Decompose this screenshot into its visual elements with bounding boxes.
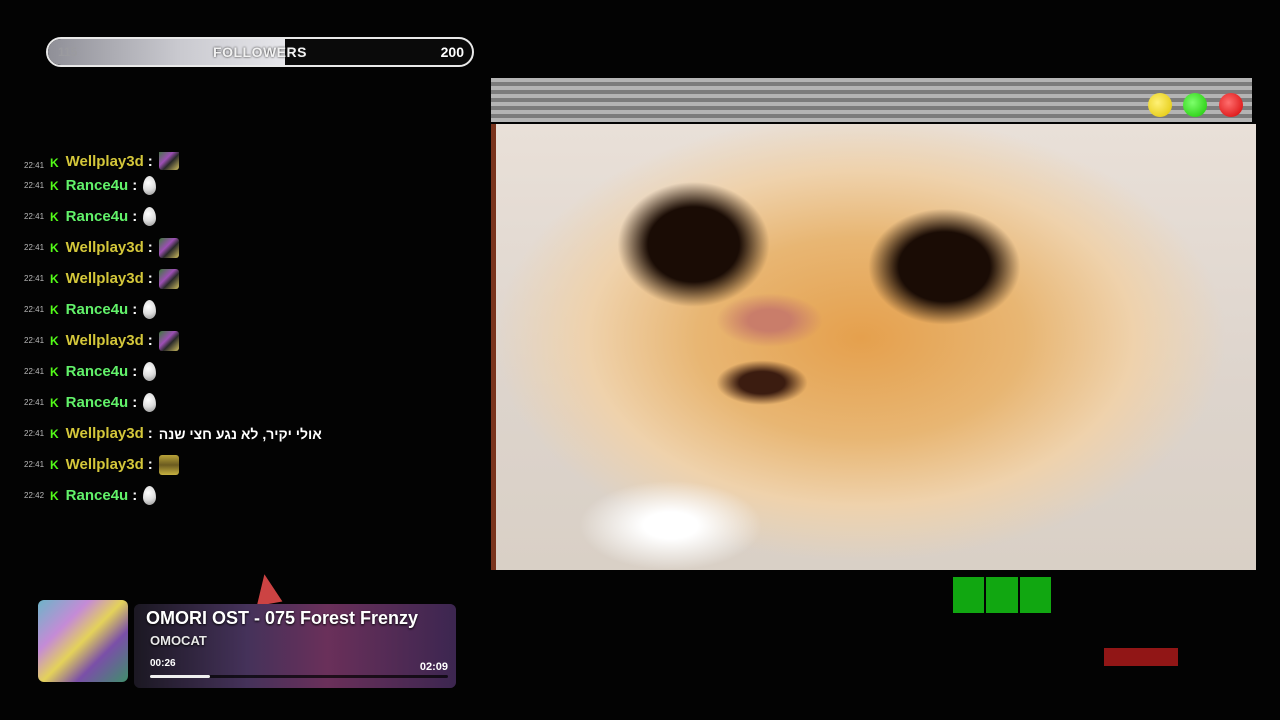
close-icon[interactable] bbox=[1219, 93, 1243, 117]
chat-timestamp: 22:42 bbox=[24, 491, 45, 500]
song-progress-fill bbox=[150, 675, 210, 678]
followers-goal: 200 bbox=[440, 44, 464, 60]
chat-username[interactable]: Rance4u bbox=[66, 208, 129, 225]
chat-timestamp: 22:41 bbox=[24, 460, 45, 469]
chat-username[interactable]: Wellplay3d bbox=[66, 270, 144, 287]
window-titlebar[interactable] bbox=[491, 78, 1252, 122]
chat-timestamp: 22:41 bbox=[24, 181, 45, 190]
kick-icon: K bbox=[50, 156, 59, 170]
kick-icon: K bbox=[50, 395, 59, 410]
now-playing-widget: OMORI OST - 075 Forest Frenzy OMOCAT 00:… bbox=[36, 600, 458, 688]
kick-icon: K bbox=[50, 240, 59, 255]
cat-video bbox=[496, 124, 1256, 570]
chat-timestamp: 22:41 bbox=[24, 367, 45, 376]
red-glitch-block bbox=[1104, 648, 1178, 666]
chat-message: 22:41 K Wellplay3d: אולי יקיר, לא נגע חצי ש… bbox=[20, 418, 480, 449]
chat-separator: : bbox=[132, 177, 138, 194]
kick-icon: K bbox=[50, 426, 59, 441]
chat-message: 22:41 K Rance4u: bbox=[20, 170, 480, 201]
chat-message: 22:41 K Rance4u: bbox=[20, 356, 480, 387]
followers-goal-bar: 115 FOLLOWERS 200 bbox=[46, 37, 474, 67]
kick-icon: K bbox=[50, 364, 59, 379]
green-glitch-blocks bbox=[953, 577, 1051, 613]
kick-icon: K bbox=[50, 302, 59, 317]
chat-separator: : bbox=[147, 270, 153, 287]
followers-label: FOLLOWERS bbox=[213, 44, 307, 60]
song-progress-track bbox=[150, 675, 448, 678]
chat-timestamp: 22:41 bbox=[24, 305, 45, 314]
now-playing-panel: OMORI OST - 075 Forest Frenzy OMOCAT 00:… bbox=[134, 604, 456, 688]
minimize-icon[interactable] bbox=[1148, 93, 1172, 117]
chat-timestamp: 22:41 bbox=[24, 429, 45, 438]
song-title: OMORI OST - 075 Forest Frenzy bbox=[146, 608, 419, 628]
kick-icon: K bbox=[50, 488, 59, 503]
chat-overlay: 22:41 K Wellplay3d: 22:41 K Rance4u: 22:41 K Ran… bbox=[20, 152, 480, 511]
chat-username[interactable]: Rance4u bbox=[66, 487, 129, 504]
album-art bbox=[38, 600, 128, 682]
chat-username[interactable]: Rance4u bbox=[66, 301, 129, 318]
chat-username[interactable]: Wellplay3d bbox=[66, 425, 144, 442]
chat-timestamp: 22:41 bbox=[24, 161, 45, 170]
chat-separator: : bbox=[132, 394, 138, 411]
chat-username[interactable]: Rance4u bbox=[66, 363, 129, 380]
chat-timestamp: 22:41 bbox=[24, 212, 45, 221]
chat-message: 22:42 K Rance4u: bbox=[20, 480, 480, 511]
chat-separator: : bbox=[132, 208, 138, 225]
chat-message: 22:41 K Wellplay3d: bbox=[20, 263, 480, 294]
chat-separator: : bbox=[132, 363, 138, 380]
chat-message: 22:41 K Rance4u: bbox=[20, 294, 480, 325]
chat-text: אולי יקיר, לא נגע חצי שנה bbox=[158, 425, 322, 442]
emote-icon bbox=[158, 237, 179, 258]
chat-timestamp: 22:41 bbox=[24, 243, 45, 252]
chat-username[interactable]: Rance4u bbox=[66, 177, 129, 194]
kick-icon: K bbox=[50, 457, 59, 472]
song-artist: OMOCAT bbox=[150, 633, 207, 648]
total-time: 02:09 bbox=[419, 661, 448, 673]
emote-icon bbox=[158, 152, 179, 170]
video-window bbox=[491, 78, 1256, 570]
emote-icon bbox=[143, 486, 157, 505]
emote-icon bbox=[143, 362, 157, 381]
chat-timestamp: 22:41 bbox=[24, 336, 45, 345]
chat-timestamp: 22:41 bbox=[24, 274, 45, 283]
emote-icon bbox=[143, 207, 157, 226]
chat-separator: : bbox=[132, 487, 138, 504]
screen-edge-glitch bbox=[491, 124, 496, 570]
emote-icon bbox=[158, 330, 179, 351]
chat-username[interactable]: Rance4u bbox=[66, 394, 129, 411]
kick-icon: K bbox=[50, 271, 59, 286]
chat-separator: : bbox=[147, 153, 153, 170]
chat-message: 22:41 K Wellplay3d: bbox=[20, 152, 480, 170]
chat-message: 22:41 K Wellplay3d: bbox=[20, 449, 480, 480]
chat-separator: : bbox=[147, 332, 153, 349]
kick-icon: K bbox=[50, 178, 59, 193]
emote-icon bbox=[158, 268, 179, 289]
chat-timestamp: 22:41 bbox=[24, 398, 45, 407]
emote-icon bbox=[143, 300, 157, 319]
emote-icon bbox=[158, 454, 179, 475]
chat-username[interactable]: Wellplay3d bbox=[66, 332, 144, 349]
emote-icon bbox=[143, 176, 157, 195]
chat-username[interactable]: Wellplay3d bbox=[66, 239, 144, 256]
chat-username[interactable]: Wellplay3d bbox=[66, 153, 144, 170]
kick-icon: K bbox=[50, 209, 59, 224]
chat-message: 22:41 K Rance4u: bbox=[20, 201, 480, 232]
kick-icon: K bbox=[50, 333, 59, 348]
chat-separator: : bbox=[147, 456, 153, 473]
chat-separator: : bbox=[147, 239, 153, 256]
chat-message: 22:41 K Wellplay3d: bbox=[20, 325, 480, 356]
chat-message: 22:41 K Wellplay3d: bbox=[20, 232, 480, 263]
maximize-icon[interactable] bbox=[1183, 93, 1207, 117]
chat-separator: : bbox=[132, 301, 138, 318]
elapsed-time: 00:26 bbox=[150, 658, 176, 669]
chat-username[interactable]: Wellplay3d bbox=[66, 456, 144, 473]
chat-message: 22:41 K Rance4u: bbox=[20, 387, 480, 418]
chat-separator: : bbox=[147, 425, 153, 442]
emote-icon bbox=[143, 393, 157, 412]
